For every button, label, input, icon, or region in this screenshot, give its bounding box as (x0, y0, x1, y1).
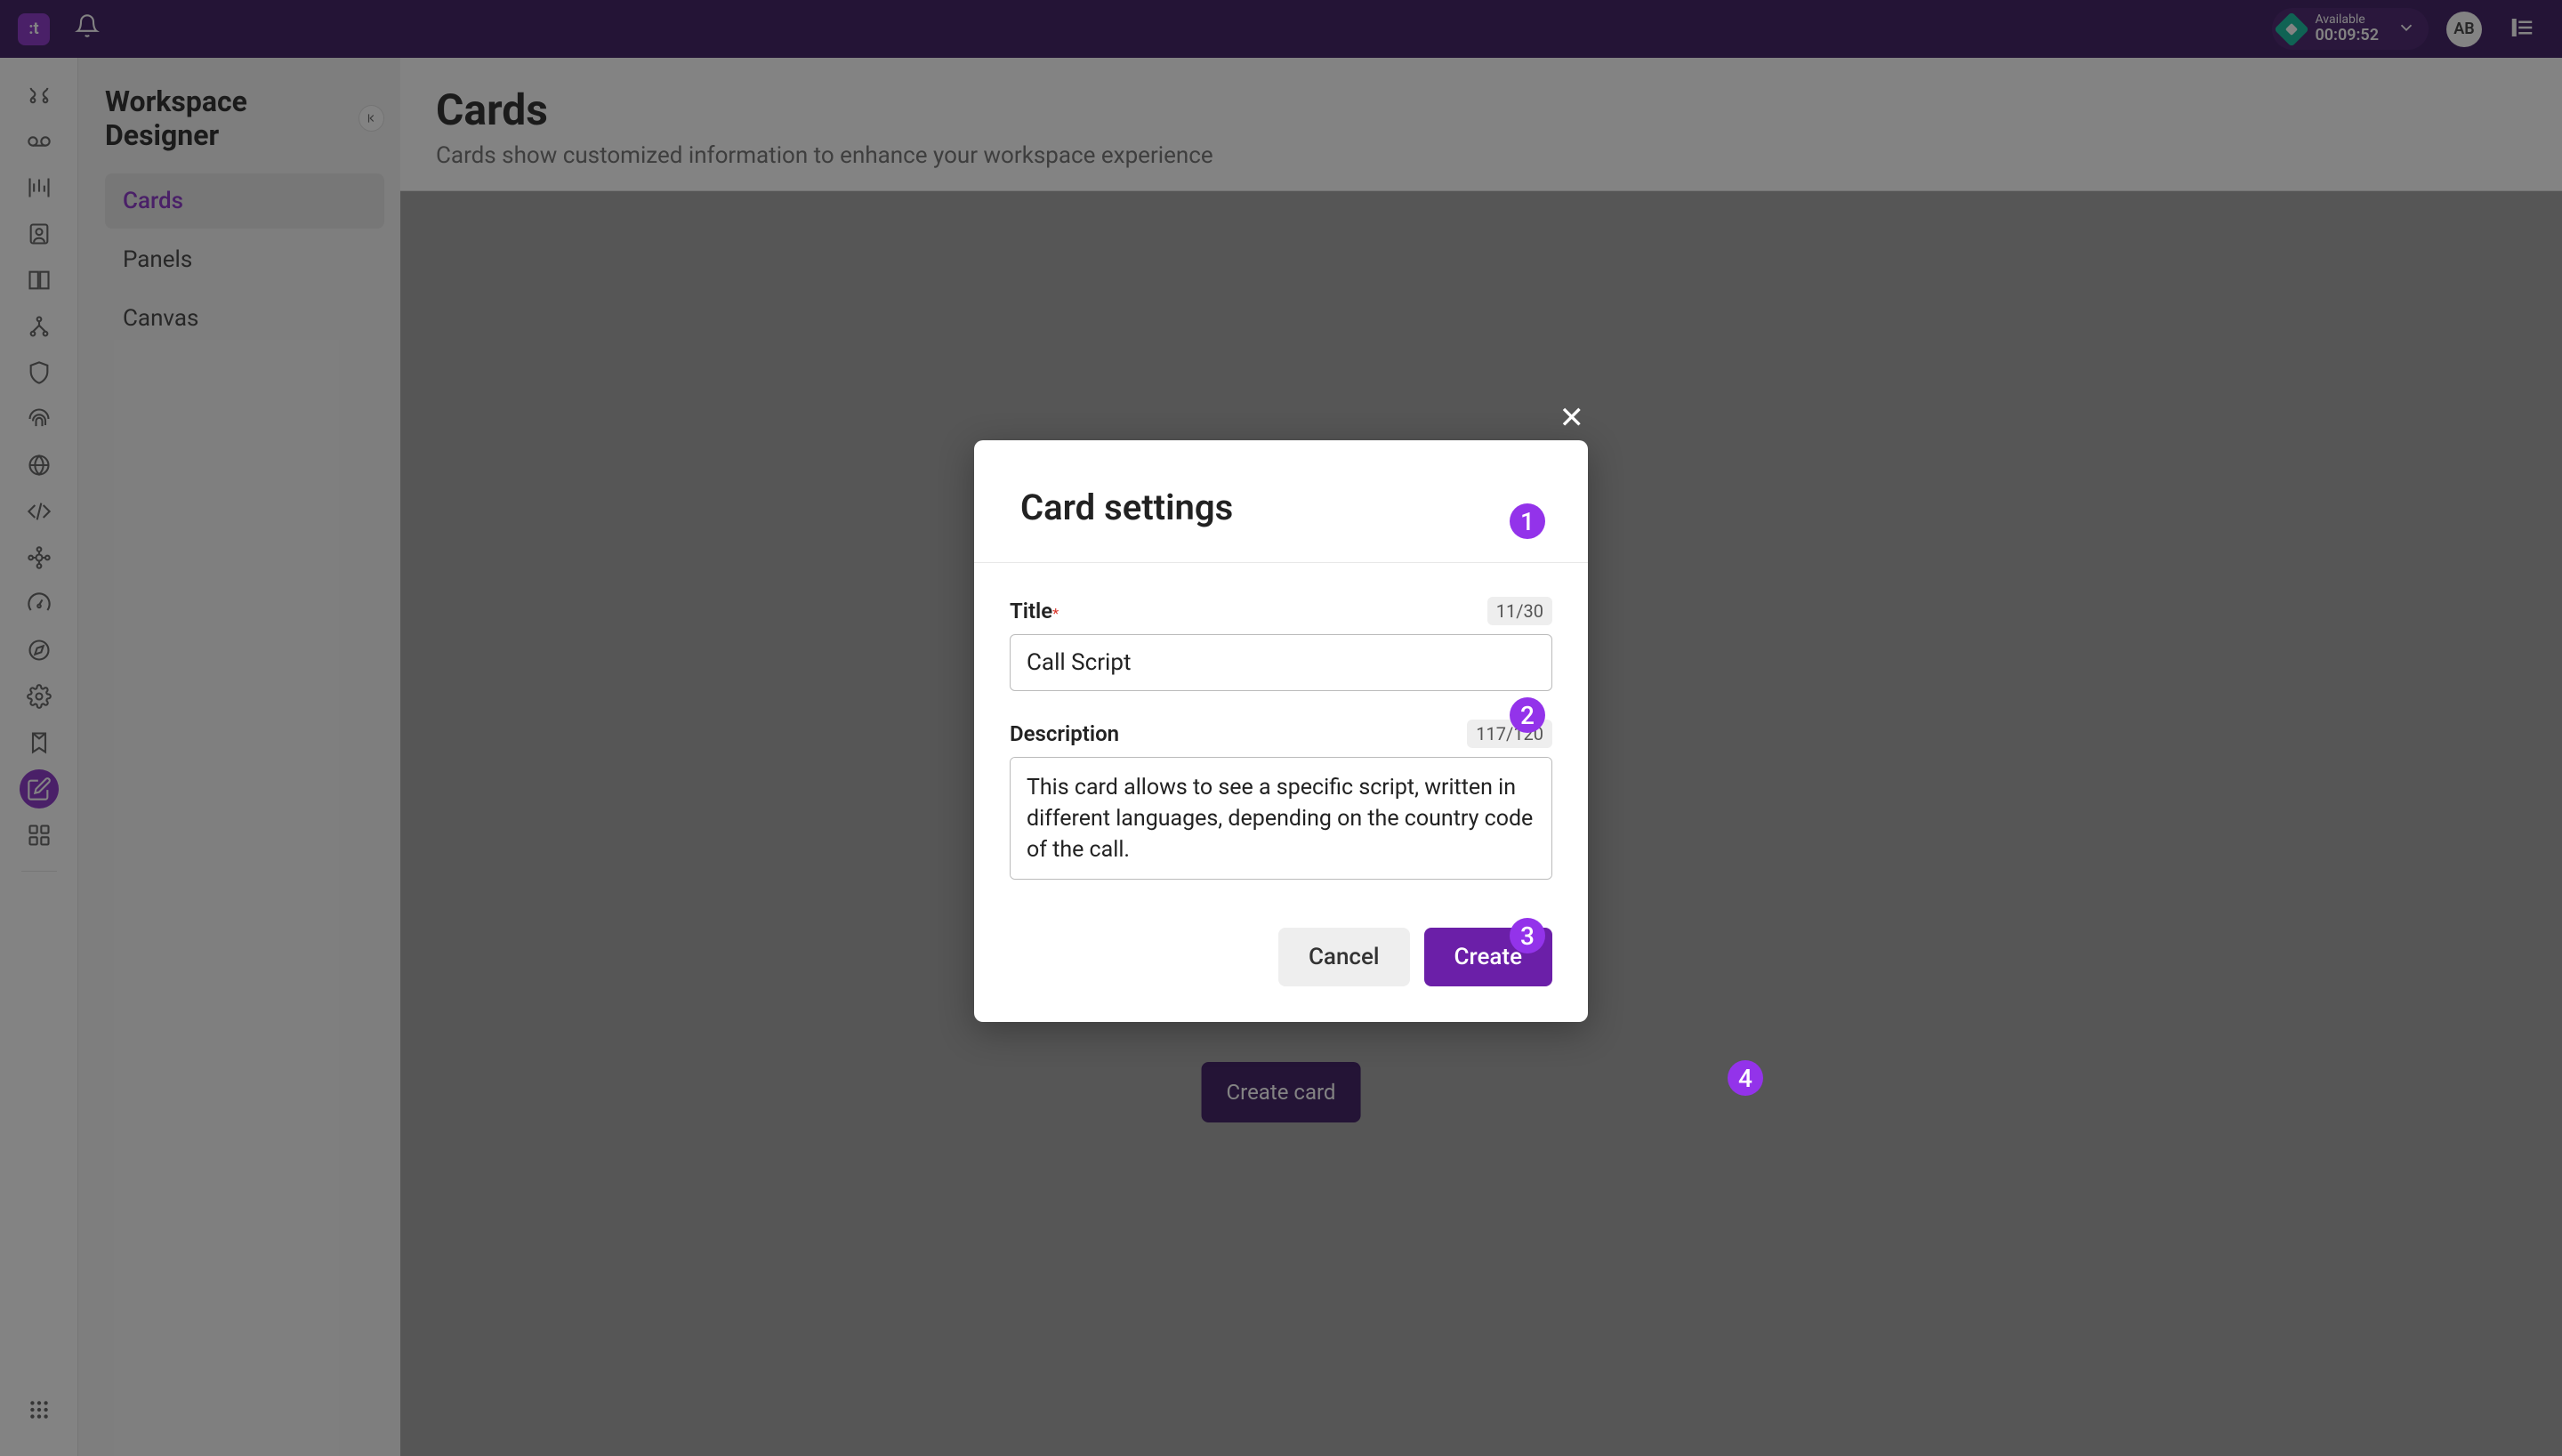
page-title: Cards (436, 84, 2526, 135)
nav-list: Cards Panels Canvas (105, 173, 384, 346)
modal-body: Title* 11/30 Description 117/120 (974, 563, 1588, 928)
title-label-row: Title* 11/30 (1010, 597, 1552, 625)
top-header: :t Available 00:09:52 AB (0, 0, 2562, 58)
status-indicator-icon (2275, 12, 2310, 47)
annotation-badge-2: 2 (1510, 697, 1545, 733)
notifications-icon[interactable] (75, 13, 100, 44)
annotation-badge-1: 1 (1510, 503, 1545, 539)
sidebar: Workspace Designer Cards Panels Canvas (78, 58, 400, 1456)
nav-item-canvas[interactable]: Canvas (105, 291, 384, 346)
rail-item-integrations[interactable] (20, 538, 59, 577)
cancel-button[interactable]: Cancel (1278, 928, 1410, 986)
description-input[interactable] (1010, 757, 1552, 880)
rail-item-code[interactable] (20, 492, 59, 531)
app-logo[interactable]: :t (18, 13, 50, 45)
annotation-badge-4: 4 (1728, 1060, 1763, 1096)
rail-item-settings[interactable] (20, 677, 59, 716)
description-field-group: Description 117/120 (1010, 720, 1552, 883)
rail-item-globe[interactable] (20, 446, 59, 485)
rail-divider (21, 871, 57, 872)
header-right: Available 00:09:52 AB (2272, 8, 2544, 50)
close-icon[interactable]: ✕ (1559, 400, 1585, 436)
rail-item-explore[interactable] (20, 631, 59, 670)
nav-item-panels[interactable]: Panels (105, 232, 384, 287)
icon-rail (0, 58, 78, 1456)
rail-item-bookmark[interactable] (20, 723, 59, 762)
card-settings-modal: Card settings Title* 11/30 Description 1… (974, 440, 1588, 1022)
side-panel-icon[interactable] (2500, 14, 2544, 44)
page-subtitle: Cards show customized information to enh… (436, 142, 2526, 169)
rail-item-app-launcher[interactable] (20, 1390, 59, 1429)
status-chip[interactable]: Available 00:09:52 (2272, 8, 2429, 50)
title-input[interactable] (1010, 634, 1552, 691)
annotation-badge-3: 3 (1510, 918, 1545, 953)
modal-footer: Cancel Create (974, 928, 1588, 1022)
status-timer: 00:09:52 (2315, 27, 2379, 44)
title-field-group: Title* 11/30 (1010, 597, 1552, 691)
rail-item-designer[interactable] (20, 769, 59, 808)
sidebar-header: Workspace Designer (105, 84, 384, 152)
title-label-wrap: Title* (1010, 599, 1059, 623)
rail-item-contacts[interactable] (20, 214, 59, 253)
status-label: Available (2315, 13, 2379, 27)
description-label: Description (1010, 721, 1119, 746)
rail-item-voicemail[interactable] (20, 122, 59, 161)
required-indicator: * (1052, 605, 1059, 622)
sidebar-title: Workspace Designer (105, 84, 359, 152)
nav-item-cards[interactable]: Cards (105, 173, 384, 229)
rail-item-performance[interactable] (20, 584, 59, 623)
modal-header: Card settings (974, 440, 1588, 563)
description-label-row: Description 117/120 (1010, 720, 1552, 748)
modal-title: Card settings (1020, 487, 1542, 528)
content-header: Cards Cards show customized information … (400, 58, 2562, 191)
rail-item-routing[interactable] (20, 76, 59, 115)
title-label: Title (1010, 599, 1052, 623)
avatar[interactable]: AB (2446, 12, 2482, 47)
modal-wrap: ✕ Card settings Title* 11/30 Description… (974, 440, 1588, 1022)
header-left: :t (18, 13, 100, 45)
rail-item-apps[interactable] (20, 816, 59, 855)
rail-item-analytics[interactable] (20, 168, 59, 207)
collapse-sidebar-button[interactable] (359, 105, 384, 132)
rail-item-hierarchy[interactable] (20, 307, 59, 346)
rail-item-panels[interactable] (20, 261, 59, 300)
rail-item-security[interactable] (20, 353, 59, 392)
title-char-counter: 11/30 (1487, 597, 1552, 625)
status-text: Available 00:09:52 (2315, 13, 2379, 44)
rail-item-fingerprint[interactable] (20, 399, 59, 438)
chevron-down-icon[interactable] (2397, 18, 2416, 41)
create-card-button[interactable]: Create card (1202, 1062, 1361, 1122)
